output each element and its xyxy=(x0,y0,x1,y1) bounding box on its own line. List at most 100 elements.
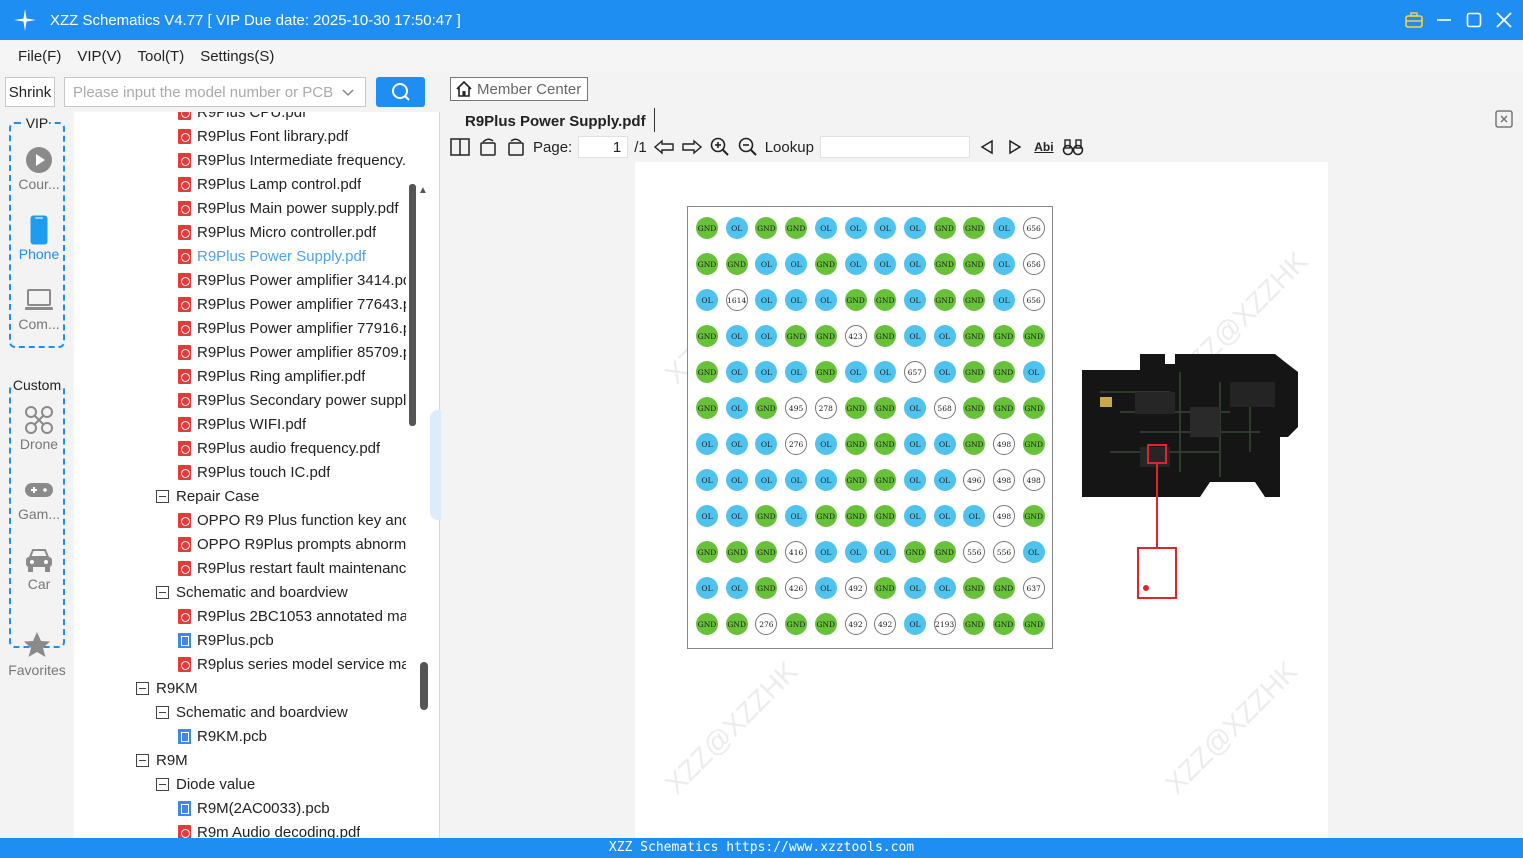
zoom-out-icon[interactable] xyxy=(737,136,759,158)
search-button[interactable] xyxy=(376,77,425,107)
tree-file[interactable]: R9Plus Power amplifier 77643.pdf xyxy=(178,292,406,316)
scroll-up-arrow-icon[interactable]: ▲ xyxy=(418,185,428,196)
sidebar-item-car[interactable]: Car xyxy=(11,544,67,592)
tree-scrollbar-secondary[interactable] xyxy=(420,662,428,710)
rotate-left-icon[interactable] xyxy=(477,136,499,158)
sidebar-label-car: Car xyxy=(27,576,51,592)
tree-file[interactable]: R9Plus Secondary power supply.pdf xyxy=(178,388,406,412)
tree-file[interactable]: R9Plus.pcb xyxy=(178,628,406,652)
split-view-icon[interactable] xyxy=(449,136,471,158)
tree-file[interactable]: R9Plus audio frequency.pdf xyxy=(178,436,406,460)
collapse-toggle-icon[interactable] xyxy=(156,489,169,503)
pdf-page[interactable]: XZZ@XZZHK XZZ@XZZHK XZZ@XZZHK XZZ@XZZHK … xyxy=(635,162,1328,838)
tree-file[interactable]: R9Plus Ring amplifier.pdf xyxy=(178,364,406,388)
tree-file[interactable]: R9Plus Intermediate frequency.pdf xyxy=(178,148,406,172)
diode-value-dot: OL xyxy=(874,217,897,239)
tree-folder[interactable]: Diode value xyxy=(156,772,406,796)
member-center-label: Member Center xyxy=(477,80,582,98)
collapse-toggle-icon[interactable] xyxy=(156,777,169,791)
tree-folder[interactable]: Schematic and boardview xyxy=(156,580,406,604)
tree-file[interactable]: R9M(2AC0033).pcb xyxy=(178,796,406,820)
tree-file[interactable]: R9Plus Font library.pdf xyxy=(178,124,406,148)
sidebar-item-games[interactable]: Gam... xyxy=(11,474,67,522)
sidebar-item-computer[interactable]: Com... xyxy=(11,284,67,332)
rotate-right-icon[interactable] xyxy=(505,136,527,158)
pcb-file-icon xyxy=(178,632,191,648)
tree-file[interactable]: R9Plus Power amplifier 85709.pdf xyxy=(178,340,406,364)
member-center-button[interactable]: Member Center xyxy=(450,77,588,101)
zoom-in-icon[interactable] xyxy=(709,136,731,158)
menu-settings[interactable]: Settings(S) xyxy=(192,48,282,65)
diode-value-dot: GND xyxy=(696,361,718,383)
close-document-icon[interactable] xyxy=(1495,110,1513,128)
diode-value-dot: GND xyxy=(963,613,986,635)
tree-folder[interactable]: Schematic and boardview xyxy=(156,700,406,724)
diode-value-dot: GND xyxy=(963,253,986,275)
tree-file[interactable]: R9m Audio decoding.pdf xyxy=(178,820,406,838)
search-placeholder: Please input the model number or PCB xyxy=(73,83,334,101)
sidebar-item-courses[interactable]: Cour... xyxy=(11,144,67,192)
maximize-button[interactable] xyxy=(1465,11,1483,29)
find-next-icon[interactable] xyxy=(1004,136,1026,158)
tree-file[interactable]: R9Plus WIFI.pdf xyxy=(178,412,406,436)
sidebar-item-favorites[interactable]: Favorites xyxy=(0,628,74,678)
document-tab[interactable]: R9Plus Power Supply.pdf xyxy=(453,108,658,134)
page-number-input[interactable]: 1 xyxy=(578,136,629,158)
collapse-toggle-icon[interactable] xyxy=(136,681,149,695)
tree-file[interactable]: R9Plus CPU.pdf xyxy=(178,112,406,124)
diode-value-dot: GND xyxy=(785,217,808,239)
minimize-button[interactable] xyxy=(1435,11,1453,29)
lookup-input[interactable] xyxy=(819,136,970,158)
sidebar-label-computer: Com... xyxy=(18,316,60,332)
match-case-icon[interactable]: Abi xyxy=(1032,136,1056,158)
menu-file[interactable]: File(F) xyxy=(10,48,69,65)
next-page-icon[interactable] xyxy=(681,136,703,158)
menu-vip[interactable]: VIP(V) xyxy=(69,48,129,65)
diode-value-dot: OL xyxy=(725,577,748,599)
tree-item-label: R9Plus Intermediate frequency.pdf xyxy=(197,151,406,169)
tree-scrollbar[interactable] xyxy=(409,184,416,426)
find-previous-icon[interactable] xyxy=(976,136,998,158)
diode-value-dot: GND xyxy=(933,217,956,239)
diode-value-dot: OL xyxy=(933,469,956,491)
tree-file[interactable]: R9KM.pcb xyxy=(178,724,406,748)
sidebar-label-favorites: Favorites xyxy=(8,662,66,678)
sidebar-item-phone[interactable]: Phone xyxy=(11,214,67,262)
tree-file[interactable]: R9Plus Power amplifier 3414.pdf xyxy=(178,268,406,292)
model-search-input[interactable]: Please input the model number or PCB xyxy=(64,77,366,107)
tree-item-label: Diode value xyxy=(176,775,256,793)
tree-file[interactable]: R9Plus Power amplifier 77916.pdf xyxy=(178,316,406,340)
sidebar-item-drone[interactable]: Drone xyxy=(11,404,67,452)
collapse-toggle-icon[interactable] xyxy=(156,705,169,719)
diode-value-dot: OL xyxy=(1022,541,1045,563)
diode-value-dot: OL xyxy=(933,577,956,599)
diode-value-dot: OL xyxy=(696,469,718,491)
tree-file[interactable]: R9Plus Power Supply.pdf xyxy=(178,244,406,268)
chevron-down-icon[interactable] xyxy=(341,85,355,103)
tree-file[interactable]: OPPO R9Plus prompts abnormal xyxy=(178,532,406,556)
collapse-toggle-icon[interactable] xyxy=(156,585,169,599)
tree-item-label: R9plus series model service manual xyxy=(197,655,406,673)
briefcase-icon[interactable] xyxy=(1405,11,1423,29)
diode-value-dot: GND xyxy=(785,325,808,347)
tree-file[interactable]: R9Plus Main power supply.pdf xyxy=(178,196,406,220)
tree-file[interactable]: OPPO R9 Plus function key and xyxy=(178,508,406,532)
tree-folder[interactable]: Repair Case xyxy=(156,484,406,508)
laptop-icon xyxy=(11,284,67,316)
tree-file[interactable]: R9plus series model service manual xyxy=(178,652,406,676)
close-button[interactable] xyxy=(1495,11,1513,29)
menu-tool[interactable]: Tool(T) xyxy=(130,48,193,65)
tree-folder[interactable]: R9KM xyxy=(136,676,406,700)
tree-file[interactable]: R9Plus restart fault maintenance xyxy=(178,556,406,580)
tree-file[interactable]: R9Plus 2BC1053 annotated map xyxy=(178,604,406,628)
tree-file[interactable]: R9Plus touch IC.pdf xyxy=(178,460,406,484)
diode-value-dot: 656 xyxy=(1022,289,1045,311)
previous-page-icon[interactable] xyxy=(653,136,675,158)
tree-file[interactable]: R9Plus Lamp control.pdf xyxy=(178,172,406,196)
diode-value-dot: OL xyxy=(755,253,778,275)
tree-folder[interactable]: R9M xyxy=(136,748,406,772)
collapse-toggle-icon[interactable] xyxy=(136,753,149,767)
binoculars-icon[interactable] xyxy=(1062,136,1084,158)
tree-file[interactable]: R9Plus Micro controller.pdf xyxy=(178,220,406,244)
shrink-button[interactable]: Shrink xyxy=(5,77,55,107)
